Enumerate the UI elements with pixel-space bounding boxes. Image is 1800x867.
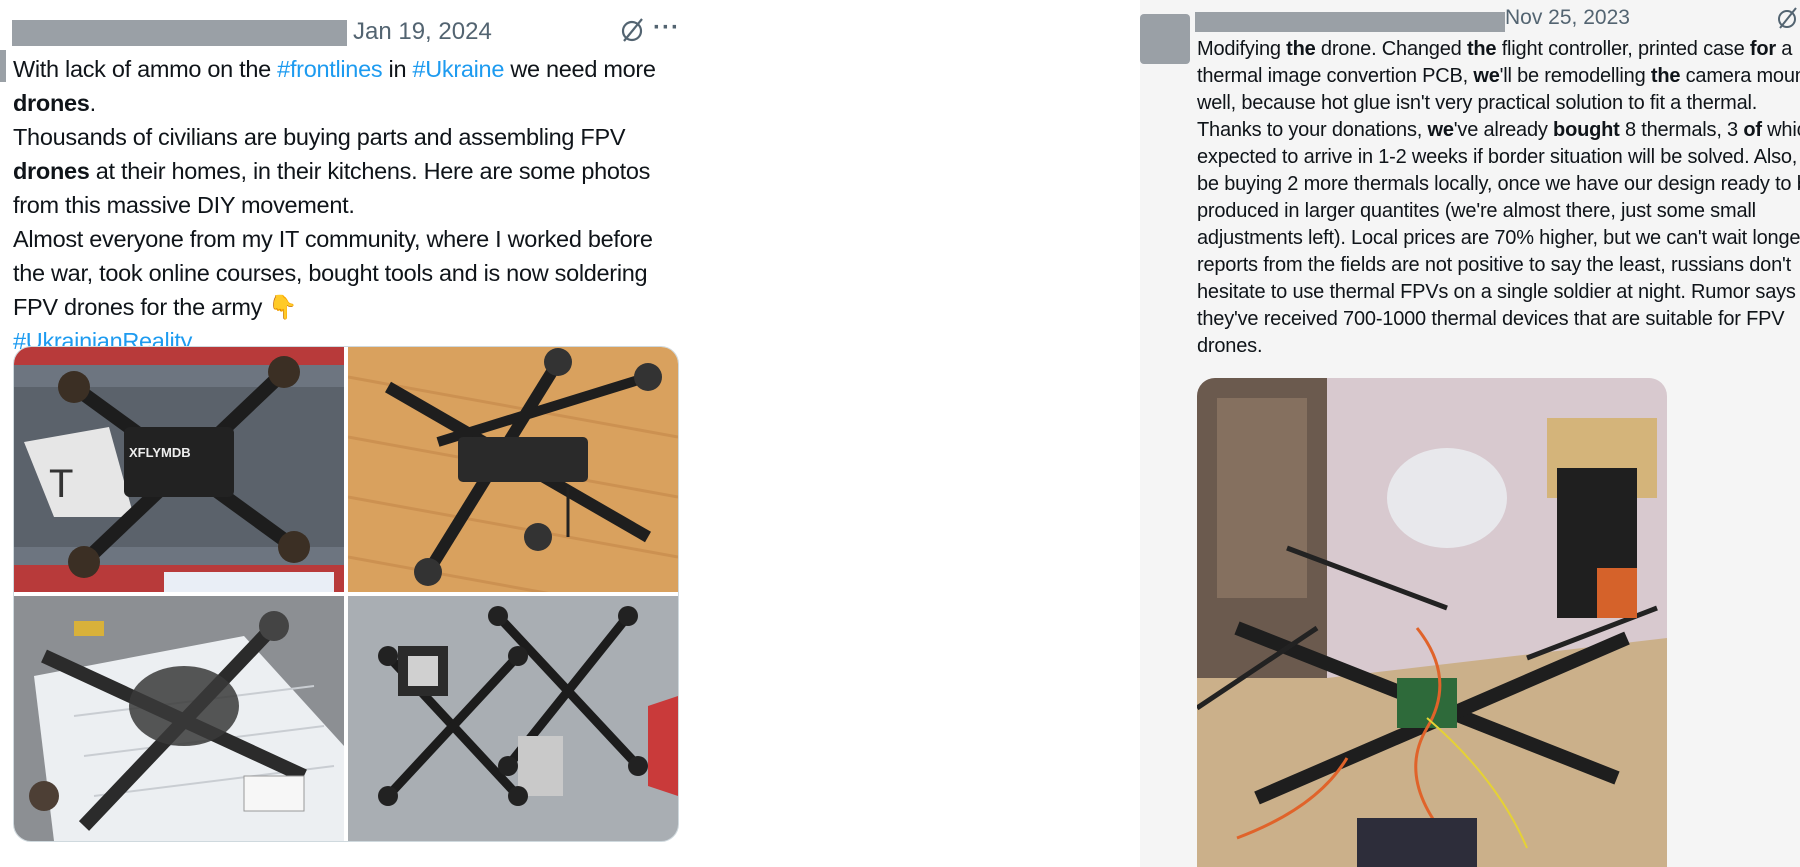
tweet-line: Thanks to your donations, we've already … — [1197, 117, 1800, 144]
text-run: drone. Changed — [1315, 38, 1467, 60]
text-run: well, because hot glue isn't very practi… — [1197, 92, 1758, 114]
text-run: flight controller, printed case — [1496, 38, 1750, 60]
text-run: Modifying — [1197, 38, 1287, 60]
text-run: 'll be remodelling — [1499, 65, 1651, 87]
tweet-line: thermal image convertion PCB, we'll be r… — [1197, 63, 1800, 90]
redacted-author-name — [1195, 12, 1505, 32]
tweet-text: With lack of ammo on the #frontlines in … — [13, 52, 683, 358]
bold-word: for — [1749, 38, 1776, 60]
tweet-paragraph-2: Thousands of civilians are buying parts … — [13, 124, 651, 218]
photo-thermal-drone-build[interactable] — [1197, 378, 1667, 867]
tweet-date[interactable]: Nov 25, 2023 — [1505, 6, 1630, 30]
text-run: they've received 700-1000 thermal device… — [1197, 308, 1785, 330]
bold-word: we — [1473, 65, 1500, 87]
photo-drone-frame-on-mat[interactable]: T XFLYMDB — [14, 347, 344, 592]
tweet-left: Jan 19, 2024 ··· With lack of ammo on th… — [0, 0, 690, 867]
text-run: Thanks to your donations, — [1197, 119, 1428, 141]
photo-drone-frame-on-wood[interactable] — [348, 347, 678, 592]
text-run: 8 thermals, 3 — [1619, 119, 1744, 141]
bold-word: the — [1466, 38, 1497, 60]
photo-drones-assembled[interactable] — [348, 596, 678, 841]
text-run: expected to arrive in 1-2 weeks if borde… — [1197, 146, 1800, 168]
tweet-line: drones. — [1197, 333, 1800, 360]
tweet-line: expected to arrive in 1-2 weeks if borde… — [1197, 144, 1800, 171]
photo-grid: T XFLYMDB — [13, 346, 679, 842]
hashtag-ukraine[interactable]: #Ukraine — [412, 56, 504, 82]
tweet-right: Nov 25, 2023 Modifying the drone. Change… — [1140, 0, 1800, 867]
slash-circle-icon[interactable] — [1777, 6, 1799, 37]
tweet-line: reports from the fields are not positive… — [1197, 252, 1800, 279]
tweet-line: adjustments left). Local prices are 70% … — [1197, 225, 1800, 252]
redacted-marker — [0, 50, 6, 82]
tweet-text: Modifying the drone. Changed the flight … — [1197, 36, 1800, 360]
text-run: which are — [1767, 119, 1800, 141]
bold-word: the — [1650, 65, 1681, 87]
text-run: camera mount as — [1685, 65, 1800, 87]
text-run: reports from the fields are not positive… — [1197, 254, 1791, 276]
text-run: be buying 2 more thermals locally, once … — [1197, 173, 1800, 195]
tweet-line: hesitate to use thermal FPVs on a single… — [1197, 279, 1800, 306]
bold-word: bought — [1553, 119, 1620, 141]
text-run: thermal image convertion PCB, — [1197, 65, 1474, 87]
tweet-date[interactable]: Jan 19, 2024 — [353, 18, 492, 46]
text-run: adjustments left). Local prices are 70% … — [1197, 227, 1800, 249]
tweet-line: well, because hot glue isn't very practi… — [1197, 90, 1800, 117]
tweet-line: be buying 2 more thermals locally, once … — [1197, 171, 1800, 198]
text-run: drones. — [1197, 335, 1263, 357]
hashtag-frontlines[interactable]: #frontlines — [277, 56, 382, 82]
tweet-line: they've received 700-1000 thermal device… — [1197, 306, 1800, 333]
text-run: a — [1775, 38, 1793, 60]
tweet-line: produced in larger quantites (we're almo… — [1197, 198, 1800, 225]
tweet-line: Modifying the drone. Changed the flight … — [1197, 36, 1800, 63]
bold-word: we — [1427, 119, 1454, 141]
photo-mat-letter: T — [49, 462, 73, 506]
bold-word: the — [1286, 38, 1316, 60]
photo-label-xflymdb: XFLYMDB — [129, 445, 191, 460]
photo-drone-parts-box[interactable] — [14, 596, 344, 841]
text-run: produced in larger quantites (we're almo… — [1197, 200, 1756, 222]
redacted-author-name — [12, 20, 347, 46]
text-run: hesitate to use thermal FPVs on a single… — [1197, 281, 1796, 303]
point-down-emoji: 👇 — [268, 294, 298, 320]
redacted-avatar — [1140, 14, 1190, 64]
ellipsis-icon[interactable]: ··· — [653, 14, 680, 42]
tweet-paragraph-1: With lack of ammo on the #frontlines in … — [13, 56, 656, 116]
tweet-paragraph-3: Almost everyone from my IT community, wh… — [13, 226, 653, 320]
text-run: 've already — [1453, 119, 1554, 141]
slash-circle-icon[interactable] — [620, 16, 646, 51]
bold-word: of — [1743, 119, 1762, 141]
